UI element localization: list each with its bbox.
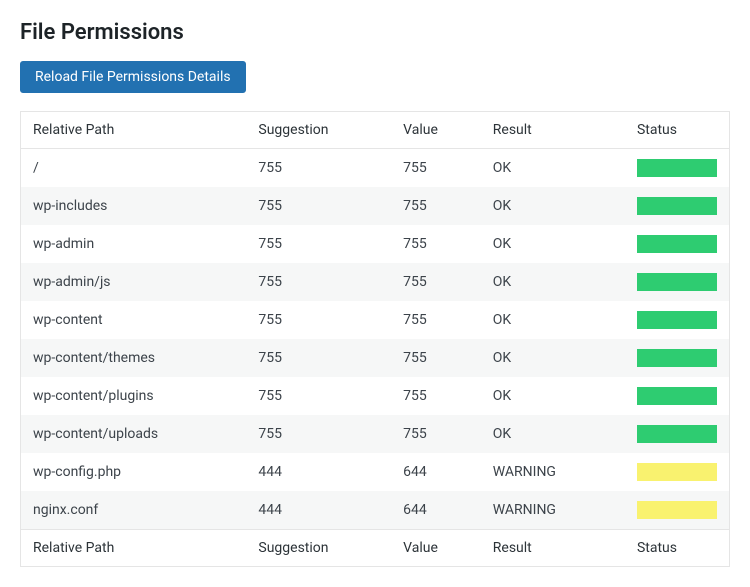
cell-status (625, 453, 730, 491)
cell-suggestion: 755 (246, 301, 391, 339)
table-row: wp-content 755 755 OK (21, 301, 730, 339)
cell-path: wp-includes (21, 187, 247, 225)
cell-suggestion: 755 (246, 149, 391, 188)
header-result: Result (481, 112, 625, 149)
cell-result: OK (481, 263, 625, 301)
cell-status (625, 149, 730, 188)
cell-status (625, 301, 730, 339)
cell-path: wp-content/uploads (21, 415, 247, 453)
status-badge (637, 463, 717, 481)
cell-result: OK (481, 377, 625, 415)
cell-result: OK (481, 149, 625, 188)
cell-path: / (21, 149, 247, 188)
cell-suggestion: 444 (246, 491, 391, 530)
table-row: wp-content/themes 755 755 OK (21, 339, 730, 377)
cell-path: wp-admin (21, 225, 247, 263)
cell-value: 755 (391, 225, 481, 263)
table-row: wp-content/uploads 755 755 OK (21, 415, 730, 453)
cell-status (625, 377, 730, 415)
status-badge (637, 349, 717, 367)
reload-button[interactable]: Reload File Permissions Details (20, 61, 246, 93)
cell-suggestion: 755 (246, 263, 391, 301)
table-row: wp-admin 755 755 OK (21, 225, 730, 263)
status-badge (637, 273, 717, 291)
cell-path: wp-content/plugins (21, 377, 247, 415)
cell-status (625, 339, 730, 377)
footer-status: Status (625, 530, 730, 567)
table-row: / 755 755 OK (21, 149, 730, 188)
status-badge (637, 311, 717, 329)
cell-status (625, 225, 730, 263)
status-badge (637, 387, 717, 405)
cell-result: OK (481, 225, 625, 263)
cell-suggestion: 755 (246, 225, 391, 263)
cell-result: OK (481, 301, 625, 339)
table-header: Relative Path Suggestion Value Result St… (21, 112, 730, 149)
cell-status (625, 415, 730, 453)
status-badge (637, 235, 717, 253)
status-badge (637, 159, 717, 177)
header-suggestion: Suggestion (246, 112, 391, 149)
cell-result: WARNING (481, 491, 625, 530)
header-status: Status (625, 112, 730, 149)
file-permissions-table: Relative Path Suggestion Value Result St… (20, 111, 730, 567)
cell-path: wp-content/themes (21, 339, 247, 377)
cell-status (625, 263, 730, 301)
cell-suggestion: 755 (246, 187, 391, 225)
header-value: Value (391, 112, 481, 149)
cell-value: 755 (391, 415, 481, 453)
status-badge (637, 501, 717, 519)
cell-suggestion: 755 (246, 339, 391, 377)
cell-value: 755 (391, 301, 481, 339)
cell-result: OK (481, 187, 625, 225)
cell-path: wp-content (21, 301, 247, 339)
status-badge (637, 425, 717, 443)
cell-value: 755 (391, 377, 481, 415)
cell-value: 755 (391, 339, 481, 377)
footer-suggestion: Suggestion (246, 530, 391, 567)
table-row: wp-content/plugins 755 755 OK (21, 377, 730, 415)
status-badge (637, 197, 717, 215)
cell-result: OK (481, 339, 625, 377)
footer-result: Result (481, 530, 625, 567)
footer-value: Value (391, 530, 481, 567)
cell-result: WARNING (481, 453, 625, 491)
cell-value: 755 (391, 187, 481, 225)
cell-status (625, 491, 730, 530)
cell-path: wp-config.php (21, 453, 247, 491)
cell-value: 644 (391, 491, 481, 530)
table-row: nginx.conf 444 644 WARNING (21, 491, 730, 530)
footer-path: Relative Path (21, 530, 247, 567)
cell-suggestion: 444 (246, 453, 391, 491)
cell-suggestion: 755 (246, 415, 391, 453)
cell-suggestion: 755 (246, 377, 391, 415)
table-row: wp-admin/js 755 755 OK (21, 263, 730, 301)
table-row: wp-config.php 444 644 WARNING (21, 453, 730, 491)
cell-path: wp-admin/js (21, 263, 247, 301)
cell-value: 755 (391, 149, 481, 188)
cell-value: 755 (391, 263, 481, 301)
table-footer: Relative Path Suggestion Value Result St… (21, 530, 730, 567)
cell-value: 644 (391, 453, 481, 491)
cell-status (625, 187, 730, 225)
header-path: Relative Path (21, 112, 247, 149)
table-body: / 755 755 OK wp-includes 755 755 OK wp-a… (21, 149, 730, 530)
page-title: File Permissions (20, 20, 730, 45)
table-row: wp-includes 755 755 OK (21, 187, 730, 225)
cell-result: OK (481, 415, 625, 453)
cell-path: nginx.conf (21, 491, 247, 530)
